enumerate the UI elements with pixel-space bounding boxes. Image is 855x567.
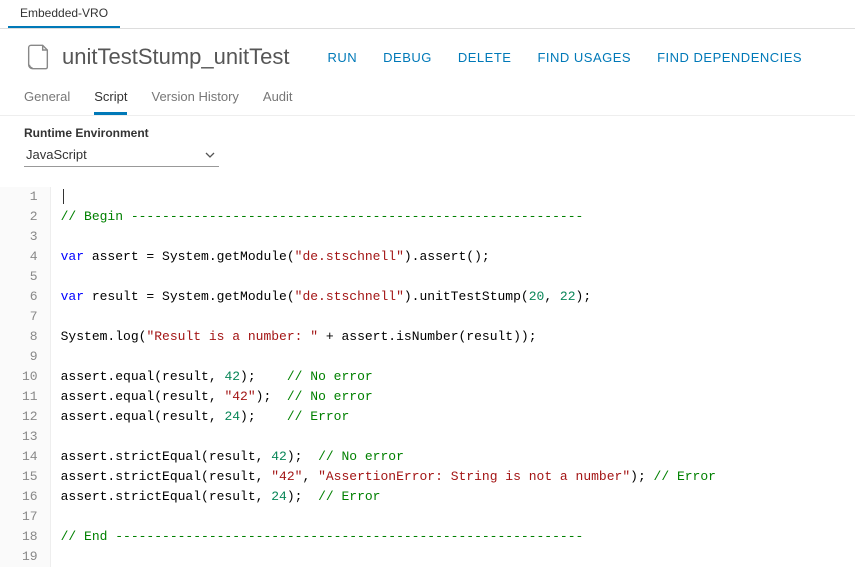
line-number: 16 (22, 487, 38, 507)
line-number: 17 (22, 507, 38, 527)
code-line[interactable]: System.log("Result is a number: " + asse… (61, 327, 716, 347)
top-tab-bar: Embedded-VRO (0, 0, 855, 29)
code-line[interactable]: assert.equal(result, 24); // Error (61, 407, 716, 427)
runtime-environment-select[interactable]: JavaScript (24, 144, 219, 167)
line-number: 11 (22, 387, 38, 407)
code-line[interactable]: var result = System.getModule("de.stschn… (61, 287, 716, 307)
find-dependencies-button[interactable]: FIND DEPENDENCIES (657, 50, 802, 65)
action-bar: RUN DEBUG DELETE FIND USAGES FIND DEPEND… (327, 50, 802, 65)
line-number: 8 (22, 327, 38, 347)
code-line[interactable]: // Begin -------------------------------… (61, 207, 716, 227)
code-line[interactable] (61, 267, 716, 287)
line-number: 5 (22, 267, 38, 287)
code-line[interactable] (61, 547, 716, 567)
script-icon (24, 43, 52, 71)
line-number: 1 (22, 187, 38, 207)
line-number: 15 (22, 467, 38, 487)
line-number: 12 (22, 407, 38, 427)
tab-script[interactable]: Script (94, 85, 127, 115)
code-line[interactable]: assert.strictEqual(result, "42", "Assert… (61, 467, 716, 487)
line-number: 3 (22, 227, 38, 247)
line-number: 4 (22, 247, 38, 267)
line-number: 18 (22, 527, 38, 547)
code-line[interactable]: // End ---------------------------------… (61, 527, 716, 547)
code-line[interactable] (61, 507, 716, 527)
line-number: 13 (22, 427, 38, 447)
code-editor[interactable]: 12345678910111213141516171819 // Begin -… (0, 179, 855, 567)
debug-button[interactable]: DEBUG (383, 50, 432, 65)
run-button[interactable]: RUN (327, 50, 357, 65)
page-title: unitTestStump_unitTest (62, 44, 289, 70)
line-number: 19 (22, 547, 38, 567)
line-number: 10 (22, 367, 38, 387)
runtime-environment-section: Runtime Environment JavaScript (0, 116, 855, 171)
line-number-gutter: 12345678910111213141516171819 (0, 187, 51, 567)
code-line[interactable] (61, 227, 716, 247)
chevron-down-icon (205, 152, 215, 158)
text-cursor (63, 189, 64, 204)
sub-tab-bar: General Script Version History Audit (0, 79, 855, 116)
code-line[interactable] (61, 187, 716, 207)
tab-general[interactable]: General (24, 85, 70, 115)
code-line[interactable]: assert.strictEqual(result, 24); // Error (61, 487, 716, 507)
top-tab-embedded-vro[interactable]: Embedded-VRO (8, 0, 120, 28)
line-number: 9 (22, 347, 38, 367)
line-number: 7 (22, 307, 38, 327)
code-line[interactable]: var assert = System.getModule("de.stschn… (61, 247, 716, 267)
runtime-environment-value: JavaScript (26, 147, 87, 162)
code-line[interactable]: assert.strictEqual(result, 42); // No er… (61, 447, 716, 467)
runtime-environment-label: Runtime Environment (24, 126, 831, 140)
code-line[interactable] (61, 347, 716, 367)
code-line[interactable]: assert.equal(result, "42"); // No error (61, 387, 716, 407)
tab-audit[interactable]: Audit (263, 85, 293, 115)
delete-button[interactable]: DELETE (458, 50, 512, 65)
tab-version-history[interactable]: Version History (151, 85, 238, 115)
line-number: 14 (22, 447, 38, 467)
header: unitTestStump_unitTest RUN DEBUG DELETE … (0, 29, 855, 79)
code-content[interactable]: // Begin -------------------------------… (51, 187, 716, 567)
line-number: 6 (22, 287, 38, 307)
code-line[interactable]: assert.equal(result, 42); // No error (61, 367, 716, 387)
line-number: 2 (22, 207, 38, 227)
code-line[interactable] (61, 307, 716, 327)
find-usages-button[interactable]: FIND USAGES (537, 50, 631, 65)
code-line[interactable] (61, 427, 716, 447)
